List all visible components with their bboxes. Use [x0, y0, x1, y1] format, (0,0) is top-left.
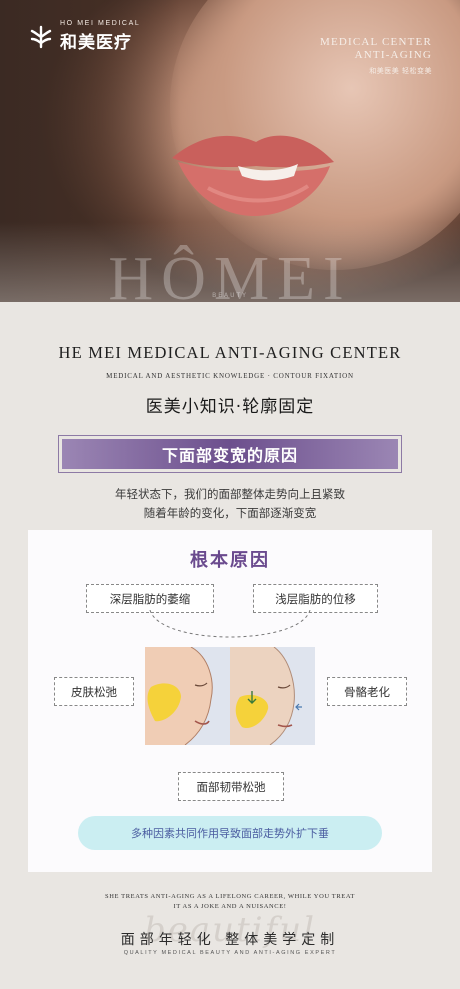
hero-tagline: MEDICAL CENTER ANTI-AGING 和美医美 轻松变美	[320, 36, 432, 76]
intro-line-1: 年轻状态下，我们的面部整体走势向上且紧致	[115, 487, 345, 501]
tag-line-2: ANTI-AGING	[354, 49, 432, 61]
face-young	[145, 647, 230, 745]
footer-quote-line-1: SHE TREATS ANTI-AGING AS A LIFELONG CARE…	[104, 893, 356, 900]
footer-quote: SHE TREATS ANTI-AGING AS A LIFELONG CARE…	[0, 892, 460, 912]
flower-logo-icon	[30, 25, 52, 48]
cause-skin: 皮肤松弛	[54, 677, 134, 706]
tag-line-3: 和美医美 轻松变美	[369, 67, 432, 75]
watermark-sub: BEAUTY	[212, 292, 248, 299]
cause-deep-fat: 深层脂肪的萎缩	[86, 584, 214, 613]
card-title: 根本原因	[190, 550, 270, 571]
cause-ligament: 面部韧带松弛	[178, 772, 284, 801]
brand-logo: HO MEI MEDICAL 和美医疗	[28, 20, 140, 53]
center-title-en: HE MEI MEDICAL ANTI-AGING CENTER	[58, 343, 402, 362]
lips-illustration	[172, 135, 334, 216]
intro-line-2: 随着年龄的变化，下面部逐渐变宽	[143, 506, 317, 520]
center-subtitle-en: MEDICAL AND AESTHETIC KNOWLEDGE · CONTOU…	[106, 372, 354, 380]
face-aged-drawing	[230, 647, 315, 745]
banner-label: 下面部变宽的原因	[62, 439, 398, 469]
face-young-drawing	[145, 647, 230, 745]
hero-image: HO MEI MEDICAL 和美医疗 MEDICAL CENTER ANTI-…	[0, 0, 460, 302]
section-banner: 下面部变宽的原因	[58, 435, 402, 473]
knowledge-title: 医美小知识·轮廓固定	[145, 397, 315, 417]
summary-pill: 多种因素共同作用导致面部走势外扩下垂	[78, 816, 382, 850]
face-aged	[230, 647, 315, 745]
cause-bone: 骨骼老化	[327, 677, 407, 706]
cause-shallow-fat: 浅层脂肪的位移	[253, 584, 378, 613]
footer-sub: QUALITY MEDICAL BEAUTY AND ANTI-AGING EX…	[123, 950, 337, 956]
intro-text: 年轻状态下，我们的面部整体走势向上且紧致 随着年龄的变化，下面部逐渐变宽	[0, 485, 460, 523]
brand-en: HO MEI MEDICAL	[60, 20, 141, 27]
connector-arc	[149, 610, 311, 638]
footer-slogan: 面部年轻化 整体美学定制	[120, 932, 340, 948]
face-illustrations	[145, 647, 317, 745]
tag-line-1: MEDICAL CENTER	[319, 36, 432, 48]
brand-cn: 和美医疗	[60, 33, 132, 53]
